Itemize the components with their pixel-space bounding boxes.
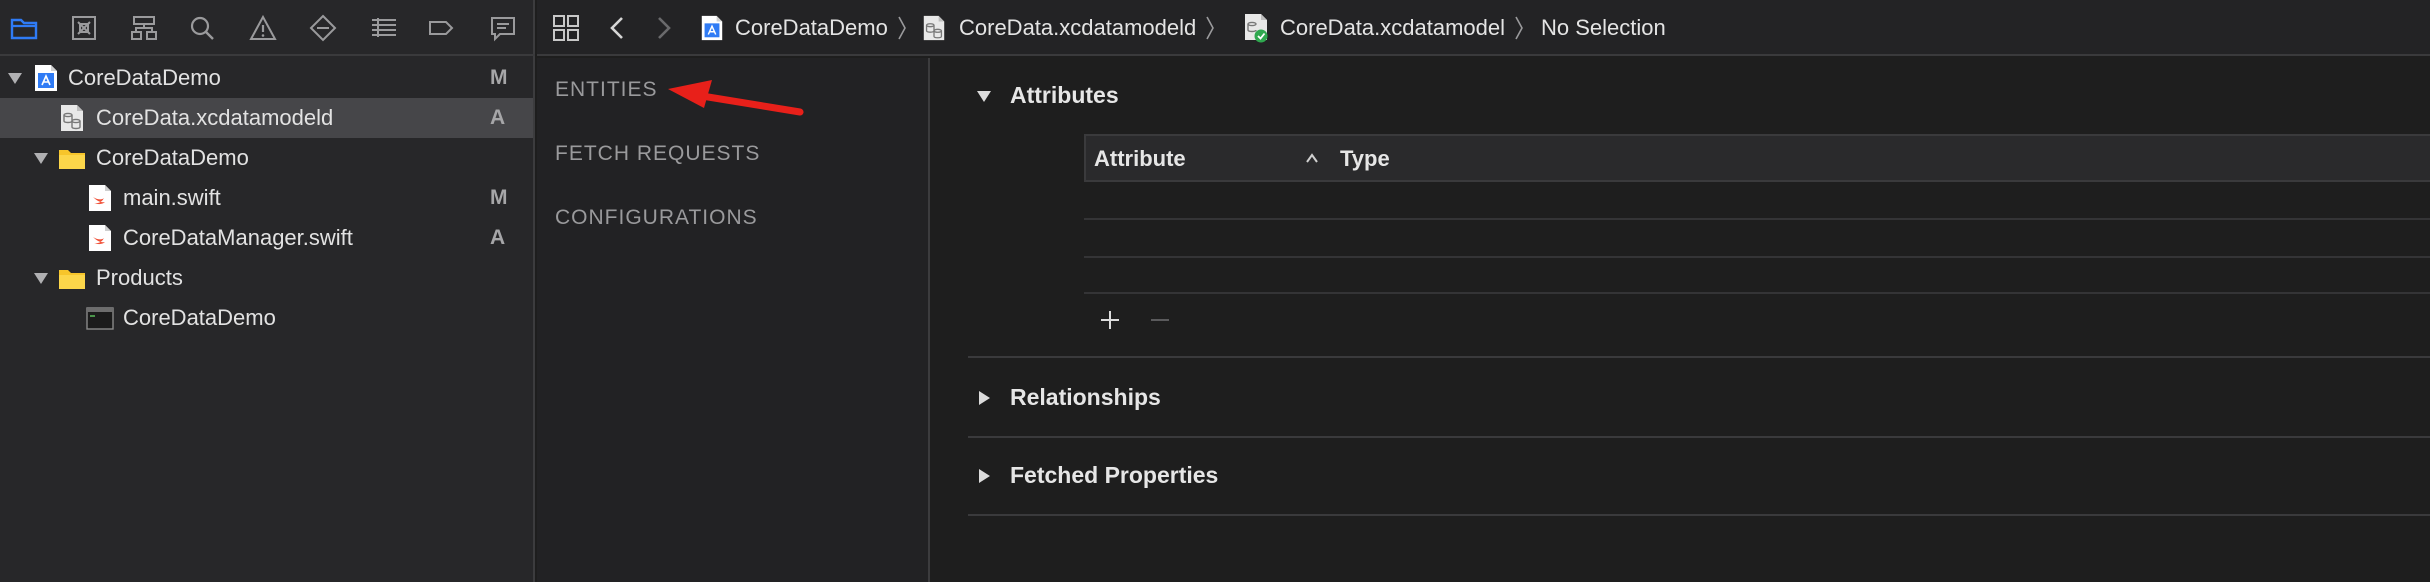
executable-icon bbox=[86, 303, 114, 333]
column-header-type[interactable]: Type bbox=[1340, 136, 1390, 182]
tree-item-label: CoreDataDemo bbox=[68, 65, 221, 90]
section-divider bbox=[968, 356, 2430, 358]
add-attribute-button[interactable] bbox=[1096, 306, 1124, 334]
section-divider bbox=[968, 514, 2430, 516]
disclosure-collapsed-icon[interactable] bbox=[976, 468, 992, 484]
breadcrumb-data-model[interactable]: CoreData.xcdatamodel bbox=[1242, 0, 1525, 56]
xcode-project-icon bbox=[32, 63, 60, 93]
column-header-attribute[interactable]: Attribute bbox=[1094, 136, 1186, 182]
test-diamond-icon[interactable] bbox=[307, 12, 339, 44]
scm-status-badge: M bbox=[490, 66, 508, 89]
relationships-title: Relationships bbox=[1010, 384, 1161, 410]
disclosure-collapsed-icon[interactable] bbox=[976, 390, 992, 406]
fetched-properties-title: Fetched Properties bbox=[1010, 462, 1219, 488]
back-chevron-icon[interactable] bbox=[607, 0, 627, 56]
fetch-requests-section-header[interactable]: FETCH REQUESTS bbox=[555, 142, 760, 166]
data-model-icon bbox=[58, 103, 86, 133]
table-row-divider bbox=[1084, 218, 2430, 220]
xcode-project-icon bbox=[701, 15, 723, 41]
tree-row-group-products[interactable]: Products bbox=[0, 258, 533, 298]
disclosure-expanded-icon[interactable] bbox=[976, 88, 992, 104]
breadcrumb-project[interactable]: CoreDataDemo bbox=[699, 0, 908, 56]
breadcrumb-label: CoreData.xcdatamodel bbox=[1280, 15, 1506, 40]
sort-ascending-icon[interactable] bbox=[1304, 151, 1320, 165]
disclosure-expanded-icon[interactable] bbox=[32, 269, 50, 287]
swift-file-icon bbox=[86, 223, 114, 253]
data-model-version-icon bbox=[1245, 14, 1268, 43]
scm-status-badge: A bbox=[490, 226, 506, 249]
disclosure-expanded-icon[interactable] bbox=[32, 149, 50, 167]
tree-row-coredatamanager-swift[interactable]: CoreDataManager.swift A bbox=[0, 218, 533, 258]
table-row-divider bbox=[1084, 292, 2430, 294]
project-navigator: CoreDataDemo M CoreData.xcdatamodeld A C… bbox=[0, 0, 535, 582]
debug-list-icon[interactable] bbox=[368, 12, 400, 44]
breadcrumb-separator-icon bbox=[1515, 16, 1523, 40]
configurations-section-header[interactable]: CONFIGURATIONS bbox=[555, 206, 758, 230]
breadcrumb-data-model-bundle[interactable]: CoreData.xcdatamodeld bbox=[921, 0, 1216, 56]
folder-icon bbox=[58, 143, 86, 173]
fetched-properties-group-header[interactable]: Fetched Properties bbox=[976, 462, 1218, 489]
swift-file-icon bbox=[86, 183, 114, 213]
minus-icon bbox=[1151, 319, 1169, 321]
entity-editor: Attributes Attribute Type Relationships … bbox=[932, 58, 2430, 582]
disclosure-expanded-icon[interactable] bbox=[6, 69, 24, 87]
tree-row-product-executable[interactable]: CoreDataDemo bbox=[0, 298, 533, 338]
folder-icon bbox=[58, 263, 86, 293]
forward-chevron-icon[interactable] bbox=[654, 0, 674, 56]
table-row-divider bbox=[1084, 256, 2430, 258]
source-control-icon[interactable] bbox=[68, 12, 100, 44]
breadcrumb-label: CoreDataDemo bbox=[735, 15, 888, 40]
remove-attribute-button[interactable] bbox=[1146, 306, 1174, 334]
jump-bar: CoreDataDemo CoreData.xcdatamodeld CoreD… bbox=[537, 0, 2430, 56]
attributes-table-header: Attribute Type bbox=[1084, 134, 2430, 182]
tree-item-label: CoreDataManager.swift bbox=[123, 225, 353, 250]
tree-row-group-coredatademo[interactable]: CoreDataDemo bbox=[0, 138, 533, 178]
tree-item-label: Products bbox=[96, 265, 183, 290]
report-icon[interactable] bbox=[487, 12, 519, 44]
breadcrumb-current-selection[interactable]: No Selection bbox=[1541, 0, 1666, 56]
attributes-table: Attribute Type bbox=[1084, 134, 2430, 294]
relationships-group-header[interactable]: Relationships bbox=[976, 384, 1161, 411]
attributes-group-header[interactable]: Attributes bbox=[976, 82, 1119, 109]
tree-item-label: CoreDataDemo bbox=[96, 145, 249, 170]
breakpoint-icon[interactable] bbox=[425, 12, 457, 44]
tree-item-label: CoreData.xcdatamodeld bbox=[96, 105, 334, 130]
data-model-icon bbox=[923, 15, 945, 41]
hierarchy-icon[interactable] bbox=[128, 12, 160, 44]
entities-section-header[interactable]: ENTITIES bbox=[555, 78, 658, 102]
tree-row-main-swift[interactable]: main.swift M bbox=[0, 178, 533, 218]
issue-warning-icon[interactable] bbox=[247, 12, 279, 44]
section-divider bbox=[968, 436, 2430, 438]
scm-status-badge: M bbox=[490, 186, 508, 209]
navigator-toolbar bbox=[0, 0, 535, 56]
breadcrumb-label: CoreData.xcdatamodeld bbox=[959, 15, 1197, 40]
folder-icon[interactable] bbox=[8, 12, 40, 44]
related-items-grid-icon[interactable] bbox=[551, 0, 581, 56]
find-icon[interactable] bbox=[186, 12, 218, 44]
tree-row-project[interactable]: CoreDataDemo M bbox=[0, 58, 533, 98]
annotation-arrow-icon bbox=[668, 80, 804, 116]
tree-item-label: main.swift bbox=[123, 185, 221, 210]
breadcrumb-label: No Selection bbox=[1541, 15, 1666, 40]
attributes-title: Attributes bbox=[1010, 82, 1119, 108]
tree-row-data-model[interactable]: CoreData.xcdatamodeld A bbox=[0, 98, 533, 138]
plus-icon bbox=[1101, 311, 1119, 329]
breadcrumb-separator-icon bbox=[1206, 16, 1215, 40]
file-tree: CoreDataDemo M CoreData.xcdatamodeld A C… bbox=[0, 58, 533, 338]
model-outline: ENTITIES FETCH REQUESTS CONFIGURATIONS bbox=[537, 58, 930, 582]
breadcrumb-separator-icon bbox=[898, 16, 906, 40]
scm-status-badge: A bbox=[490, 106, 506, 129]
tree-item-label: CoreDataDemo bbox=[123, 305, 276, 330]
